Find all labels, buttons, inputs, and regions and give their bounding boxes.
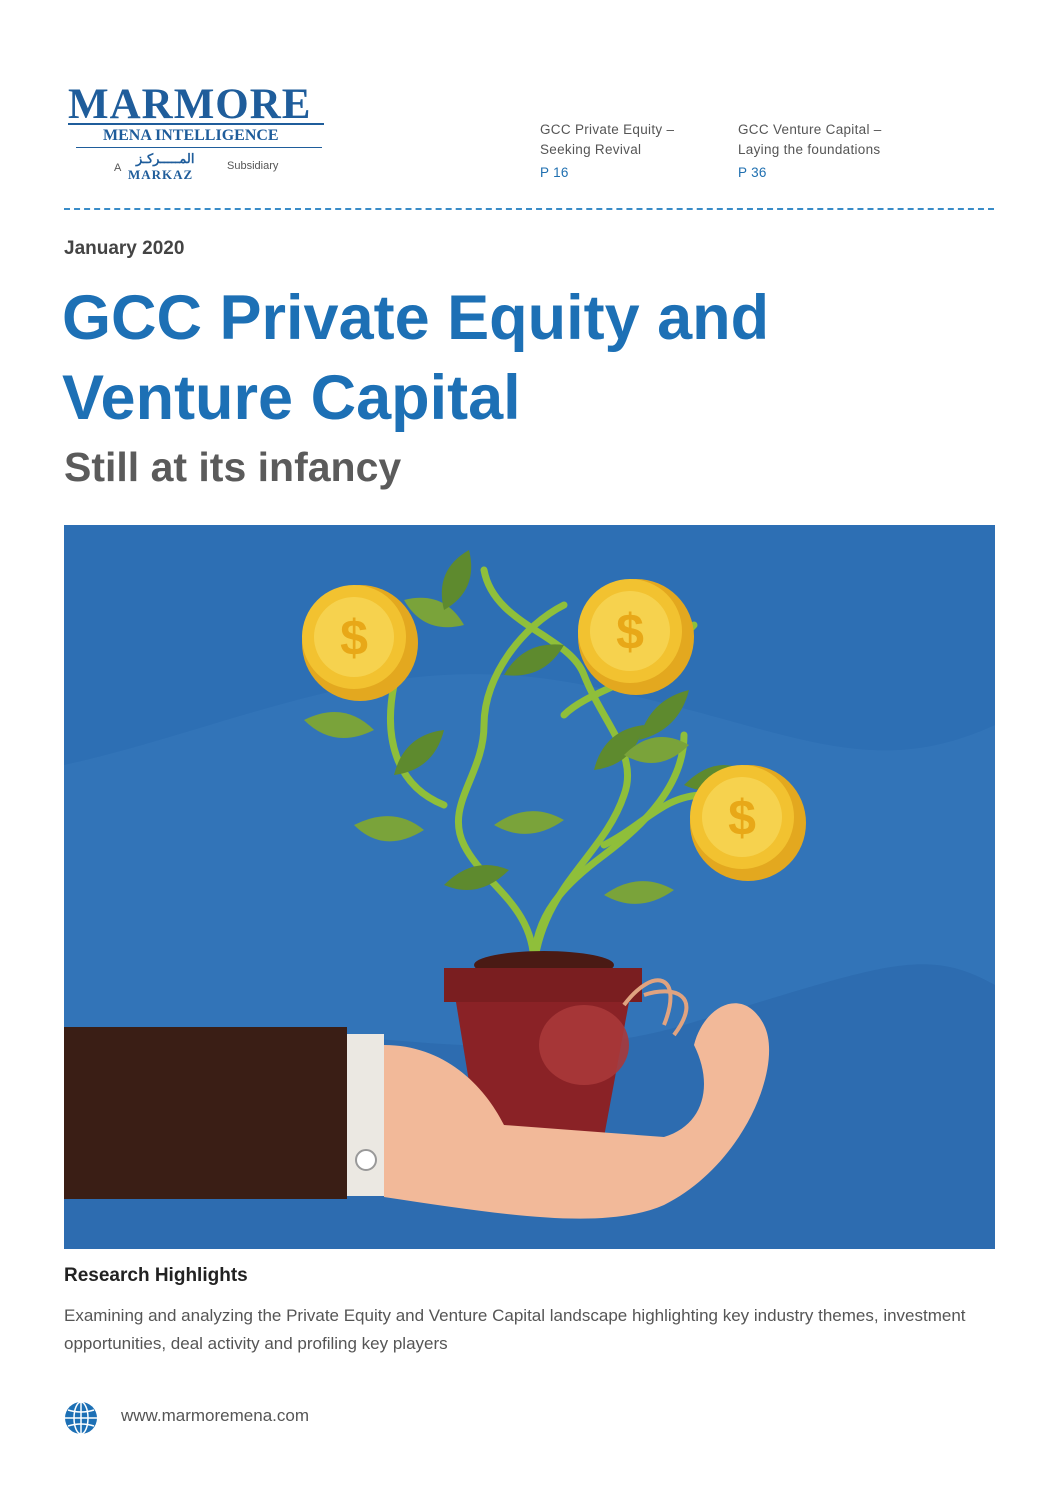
logo-tagline: MENA INTELLIGENCE: [103, 127, 279, 144]
logo-wordmark: MARMORE: [68, 81, 312, 128]
toc-item-title-line1: GCC Venture Capital –: [738, 122, 882, 137]
cuff-button: [355, 1149, 377, 1171]
research-highlights-body: Examining and analyzing the Private Equi…: [64, 1306, 966, 1353]
title-line-2: Venture Capital: [62, 363, 521, 433]
logo-parent-arabic: المـــــركـز: [136, 151, 195, 166]
svg-text:$: $: [616, 604, 644, 660]
logo-parent: MARKAZ: [128, 167, 194, 182]
globe-icon: [65, 1401, 97, 1435]
logo-prefix: A: [114, 162, 122, 174]
sleeve: [64, 1027, 347, 1199]
website-link[interactable]: www.marmoremena.com: [121, 1406, 309, 1426]
cuff: [347, 1034, 384, 1196]
logo-rule-thin: [76, 147, 322, 148]
coin-icon: $: [578, 579, 694, 695]
toc-item-title-line1: GCC Private Equity –: [540, 122, 675, 137]
toc-item-title-line2: Laying the foundations: [738, 142, 881, 157]
coin-icon: $: [690, 765, 806, 881]
toc-item-title-line2: Seeking Revival: [540, 142, 642, 157]
toc-item-page: P 36: [738, 165, 767, 180]
svg-text:$: $: [340, 610, 368, 666]
research-highlights-heading: Research Highlights: [64, 1265, 248, 1286]
toc-item-private-equity[interactable]: GCC Private Equity – Seeking Revival P 1…: [540, 120, 720, 183]
report-title: GCC Private Equity and Venture Capital: [62, 278, 962, 438]
logo-suffix: Subsidiary: [227, 160, 279, 172]
report-date: January 2020: [64, 238, 185, 259]
logo-rule: [68, 123, 324, 125]
report-subtitle: Still at its infancy: [64, 444, 402, 490]
toc-item-venture-capital[interactable]: GCC Venture Capital – Laying the foundat…: [738, 120, 938, 183]
coin-icon: $: [302, 585, 418, 701]
svg-text:$: $: [728, 790, 756, 846]
title-line-1: GCC Private Equity and: [62, 283, 770, 353]
dashed-divider: [64, 208, 994, 210]
hero-illustration: $ $ $: [64, 525, 995, 1249]
marmore-logo: MARMORE MENA INTELLIGENCE A المـــــركـز…: [68, 80, 328, 190]
toc-item-page: P 16: [540, 165, 569, 180]
